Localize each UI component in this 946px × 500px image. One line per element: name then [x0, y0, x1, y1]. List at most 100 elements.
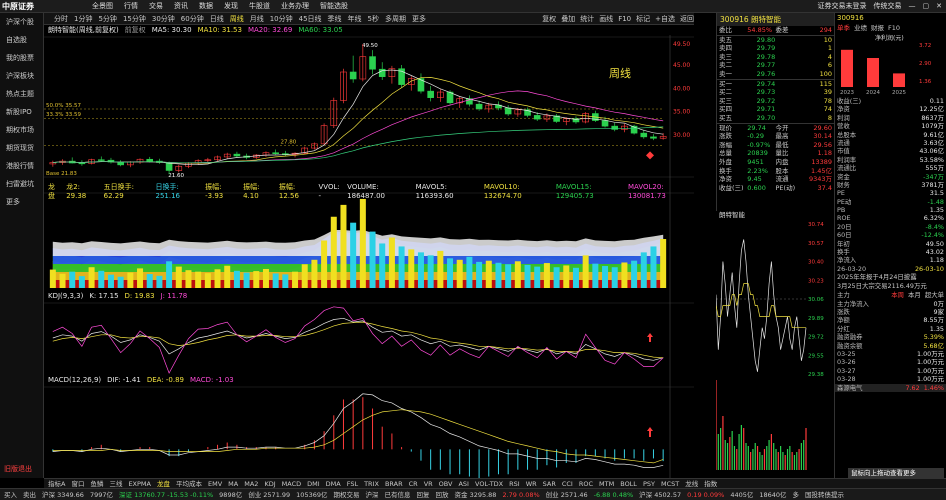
indicator-tab[interactable]: 三线 [109, 479, 122, 488]
indicator-tab[interactable]: EMV [208, 479, 222, 488]
kdj-bar: KDJ(9,3,3) K: 17.15 D: 19.83 J: 11.78 [44, 292, 694, 301]
period-tab[interactable]: 月线 [250, 13, 264, 24]
period-tab[interactable]: 45日线 [299, 13, 322, 24]
indicator-tab[interactable]: MA2 [244, 479, 258, 488]
sidebar-item[interactable]: 期权市场 [0, 121, 43, 139]
indicator-tab[interactable]: KDJ [264, 479, 275, 488]
period-tab[interactable]: 30分钟 [152, 13, 175, 24]
indicator-tab[interactable]: RSI [509, 479, 520, 488]
indicator-tab[interactable]: 窗口 [71, 479, 84, 488]
fin-tab[interactable]: 业绩 [854, 23, 867, 33]
menu-item[interactable]: 牛股道 [249, 0, 270, 13]
indicator-tab[interactable]: BOLL [620, 479, 637, 488]
indicator-tab[interactable]: 平均成本 [176, 479, 202, 488]
indicator-tab[interactable]: 龙线 [685, 479, 698, 488]
top-control[interactable]: ▢ [923, 0, 930, 13]
indicator-tab[interactable]: VR [424, 479, 433, 488]
tool-button[interactable]: 返回 [680, 13, 694, 25]
sidebar-item[interactable]: 新股IPO [0, 103, 43, 121]
indicator-tab[interactable]: MCST [661, 479, 679, 488]
indicator-tab[interactable]: 鱼鳞 [90, 479, 103, 488]
menu-item[interactable]: 发现 [224, 0, 238, 13]
indicator-tab[interactable]: 指标A [48, 479, 65, 488]
top-control[interactable]: 传统交易 [874, 0, 902, 13]
indicator-tab[interactable]: OBV [439, 479, 453, 488]
period-tab[interactable]: 年线 [348, 13, 362, 24]
tool-button[interactable]: 画线 [599, 13, 613, 25]
period-tab[interactable]: 日线 [210, 13, 224, 24]
menu-item[interactable]: 业务办理 [281, 0, 309, 13]
period-tab[interactable]: 60分钟 [181, 13, 204, 24]
indicator-tab[interactable]: TRIX [364, 479, 379, 488]
indicator-tab[interactable]: DMI [307, 479, 320, 488]
indicator-tab[interactable]: 龙盘 [157, 479, 170, 488]
period-tab[interactable]: 5分钟 [98, 13, 116, 24]
sidebar-item[interactable]: 期货现货 [0, 139, 43, 157]
tool-button[interactable]: F10 [618, 13, 631, 25]
sidebar-item[interactable]: 扫雷避坑 [0, 175, 43, 193]
status-item[interactable]: 卖出 [23, 489, 36, 500]
sidebar-item[interactable]: 沪深板块 [0, 67, 43, 85]
period-tab[interactable]: 周线 [230, 13, 244, 24]
indicator-tab[interactable]: MA [228, 479, 238, 488]
period-tab[interactable]: 5秒 [368, 13, 379, 24]
indicator-tab[interactable]: PSY [643, 479, 655, 488]
indicator-tab[interactable]: ASI [458, 479, 469, 488]
intraday-chart[interactable]: 30.74 30.57 30.40 30.23 30.06 29.89 29.72 29.55… [716, 220, 834, 486]
main-chart-svg[interactable]: 49.50 45.00 40.00 35.00 30.00 49.50 21.60 50.0%… [44, 35, 694, 480]
status-item[interactable]: 买入 [4, 489, 17, 500]
indicator-tab[interactable]: DMA [326, 479, 341, 488]
tool-button[interactable]: 复权 [542, 13, 556, 25]
sidebar-item[interactable]: 自选股 [0, 31, 43, 49]
top-control[interactable]: 证券交易未登录 [818, 0, 867, 13]
tool-button[interactable]: +自选 [655, 13, 675, 25]
sidebar-item[interactable]: 热点主题 [0, 85, 43, 103]
fin-tab[interactable]: 财报 [871, 23, 884, 33]
indicator-tab[interactable]: VOL-TDX [475, 479, 503, 488]
top-control[interactable]: ✕ [936, 0, 942, 13]
indicator-tab[interactable]: ROC [579, 479, 593, 488]
period-tab[interactable]: 10分钟 [270, 13, 293, 24]
indicator-tab[interactable]: BRAR [385, 479, 403, 488]
sidebar-item[interactable]: 沪深个股 [0, 13, 43, 31]
menu-item[interactable]: 行情 [124, 0, 138, 13]
tool-button[interactable]: 叠加 [561, 13, 575, 25]
period-tab[interactable]: 更多 [412, 13, 426, 24]
intraday-volume-bar [736, 449, 738, 470]
indicator-tab[interactable]: CR [409, 479, 418, 488]
period-tab[interactable]: 多周期 [385, 13, 406, 24]
indicator-tab[interactable]: MACD [282, 479, 301, 488]
tool-button[interactable]: 标记 [636, 13, 650, 25]
chart-area[interactable]: 49.50 45.00 40.00 35.00 30.00 49.50 21.60 50.0%… [44, 35, 694, 480]
tool-button[interactable]: 统计 [580, 13, 594, 25]
flow-tab[interactable]: 主力 [837, 291, 887, 299]
fin-tab[interactable]: F10 [888, 23, 900, 33]
indicator-tab[interactable]: SAR [543, 479, 556, 488]
sidebar-item[interactable]: 我的股票 [0, 49, 43, 67]
sidebar-item[interactable]: 港股行情 [0, 157, 43, 175]
logout-button[interactable]: 旧版退出 [4, 464, 32, 474]
menu-item[interactable]: 智能选股 [320, 0, 348, 13]
flow-tab[interactable]: 超大单 [925, 291, 944, 299]
indicator-tab[interactable]: MTM [599, 479, 614, 488]
indicator-tab[interactable]: CCI [562, 479, 573, 488]
fin-tab[interactable]: 单季 [837, 23, 850, 33]
indicator-tab[interactable]: EXPMA [128, 479, 151, 488]
period-tab[interactable]: 1分钟 [74, 13, 92, 24]
menu-item[interactable]: 交易 [149, 0, 163, 13]
tag-row[interactable]: 森源电气 7.62 1.46% [835, 383, 946, 392]
indicator-tab[interactable]: FSL [347, 479, 358, 488]
scroll-hint[interactable]: 鼠标向上拖动查看更多 [848, 468, 944, 478]
menu-item[interactable]: 全景图 [92, 0, 113, 13]
flow-tab[interactable]: 本周 [891, 291, 904, 299]
sidebar-item[interactable]: 更多 [0, 193, 43, 211]
flow-tab[interactable]: 本月 [908, 291, 921, 299]
menu-item[interactable]: 资讯 [174, 0, 188, 13]
indicator-tab[interactable]: WR [526, 479, 537, 488]
top-control[interactable]: — [909, 0, 916, 13]
period-tab[interactable]: 15分钟 [123, 13, 146, 24]
period-tab[interactable]: 季线 [328, 13, 342, 24]
period-tab[interactable]: 分时 [54, 13, 68, 24]
indicator-tab[interactable]: 指数 [704, 479, 717, 488]
menu-item[interactable]: 数据 [199, 0, 213, 13]
